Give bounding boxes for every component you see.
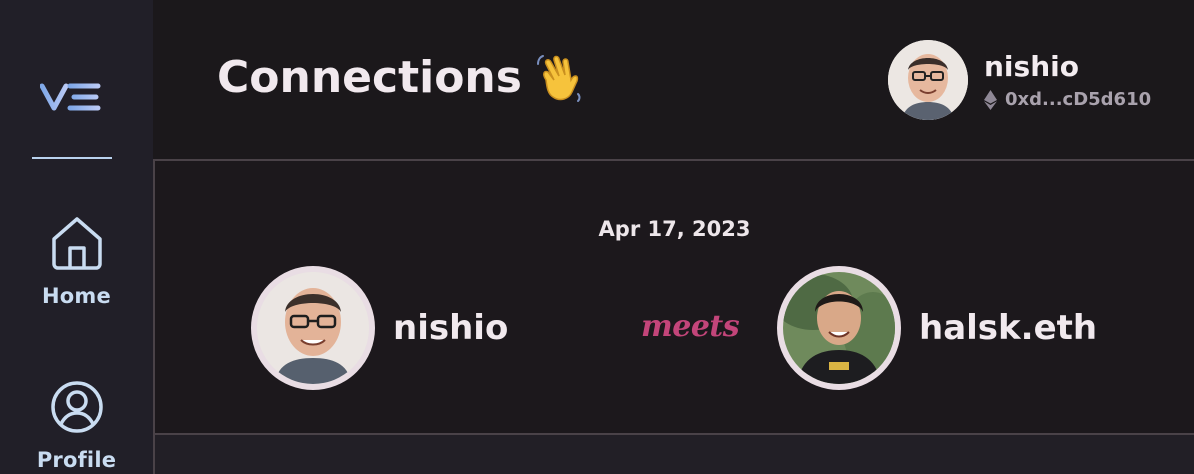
sidebar: Home Profile [0, 0, 153, 474]
connection-person-right-name: halsk.eth [919, 308, 1098, 348]
app-logo[interactable] [39, 80, 104, 114]
connection-date: Apr 17, 2023 [598, 217, 751, 241]
connection-person-left: nishio [251, 266, 508, 390]
sidebar-item-label: Profile [36, 448, 117, 472]
page-title: Connections [217, 50, 586, 104]
user-avatar-image [888, 40, 968, 120]
connection-card[interactable]: Apr 17, 2023 nishio meets halsk.eth [155, 161, 1194, 435]
waving-hand-icon [536, 55, 581, 102]
wallet-address: 0xd...cD5d610 [984, 89, 1151, 110]
profile-icon [50, 381, 103, 433]
avatar [777, 266, 901, 390]
person-right-avatar-image [783, 272, 895, 384]
current-user-name: nishio [984, 50, 1079, 83]
person-left-avatar-image [257, 272, 369, 384]
avatar [251, 266, 375, 390]
connection-person-left-name: nishio [393, 308, 509, 348]
app-root: Home Profile Connections nishio 0xd...cD… [0, 0, 1194, 474]
current-user-info: nishio 0xd...cD5d610 [984, 50, 1151, 110]
current-user-chip[interactable]: nishio 0xd...cD5d610 [888, 40, 1151, 120]
logo-icon [39, 83, 101, 111]
meets-label: meets [641, 309, 740, 344]
connections-list: Apr 17, 2023 nishio meets halsk.eth [153, 161, 1194, 474]
sidebar-item-home[interactable]: Home [0, 214, 153, 308]
ethereum-icon [984, 89, 997, 110]
sidebar-divider [32, 157, 112, 159]
avatar [888, 40, 968, 120]
sidebar-item-label: Home [42, 284, 111, 308]
home-icon [51, 217, 102, 270]
next-connection-card[interactable] [155, 435, 1194, 474]
wallet-address-text: 0xd...cD5d610 [1005, 89, 1152, 110]
sidebar-item-profile[interactable]: Profile [0, 378, 153, 472]
connection-person-right: halsk.eth [777, 266, 1097, 390]
page-title-text: Connections [217, 51, 522, 103]
page-header: Connections nishio 0xd...cD5d610 [153, 0, 1194, 160]
